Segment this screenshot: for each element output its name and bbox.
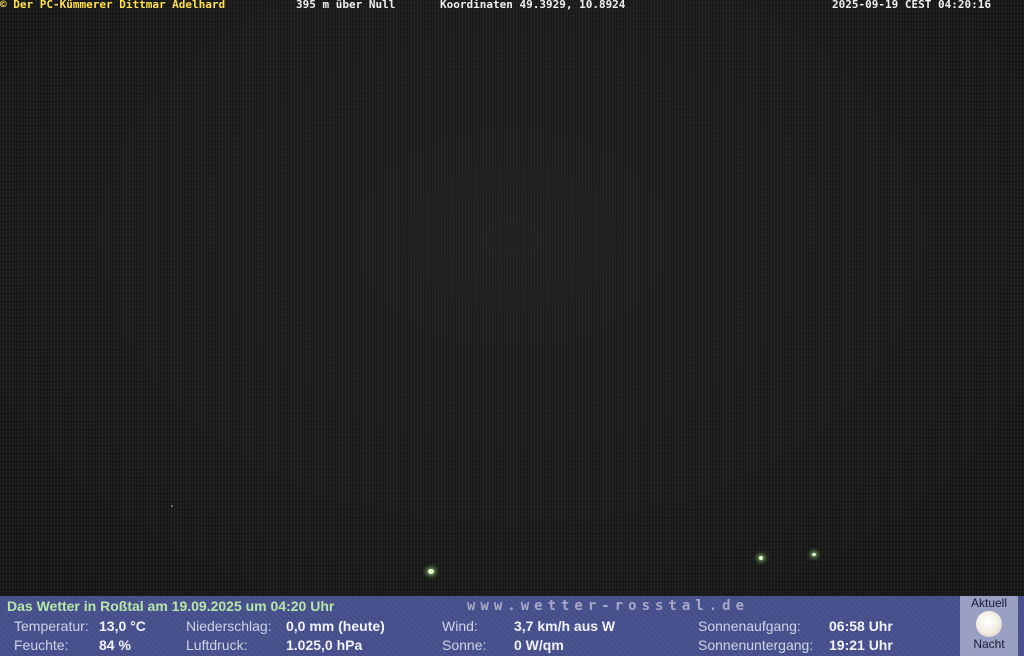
copyright-text: © Der PC-Kümmerer Dittmar Adelhard (0, 0, 226, 11)
distant-light (759, 556, 763, 560)
pressure-value: 1.025,0 hPa (286, 637, 363, 653)
distant-light (428, 569, 434, 574)
weather-title: Das Wetter in Roßtal am 19.09.2025 um 04… (7, 598, 335, 614)
temperature-label: Temperatur: (14, 618, 89, 634)
website-link[interactable]: www.wetter-rosstal.de (467, 598, 749, 614)
sunrise-value: 06:58 Uhr (829, 618, 893, 634)
overlay-header: © Der PC-Kümmerer Dittmar Adelhard 395 m… (0, 0, 1024, 11)
moon-top-label: Aktuell (970, 596, 1008, 610)
coordinates-text: Koordinaten 49.3929, 10.8924 (440, 0, 626, 11)
webcam-image (0, 0, 1024, 596)
moon-bottom-label: Nacht (973, 637, 1005, 651)
weather-bar: Das Wetter in Roßtal am 19.09.2025 um 04… (0, 596, 1024, 656)
temperature-value: 13,0 °C (99, 618, 146, 634)
sun-label: Sonne: (442, 637, 487, 653)
humidity-label: Feuchte: (14, 637, 69, 653)
sun-value: 0 W/qm (514, 637, 564, 653)
precip-value: 0,0 mm (heute) (286, 618, 385, 634)
moon-phase-box: Aktuell Nacht (960, 596, 1018, 656)
distant-light (171, 505, 173, 507)
wind-label: Wind: (442, 618, 478, 634)
distant-light (812, 553, 816, 556)
humidity-value: 84 % (99, 637, 131, 653)
altitude-text: 395 m über Null (296, 0, 396, 11)
pressure-label: Luftdruck: (186, 637, 248, 653)
sunset-value: 19:21 Uhr (829, 637, 893, 653)
precip-label: Niederschlag: (186, 618, 272, 634)
wind-value: 3,7 km/h aus W (514, 618, 616, 634)
timestamp-text: 2025-09-19 CEST 04:20:16 (832, 0, 991, 11)
sunset-label: Sonnenuntergang: (698, 637, 814, 653)
full-moon-icon (976, 611, 1002, 637)
sunrise-label: Sonnenaufgang: (698, 618, 801, 634)
